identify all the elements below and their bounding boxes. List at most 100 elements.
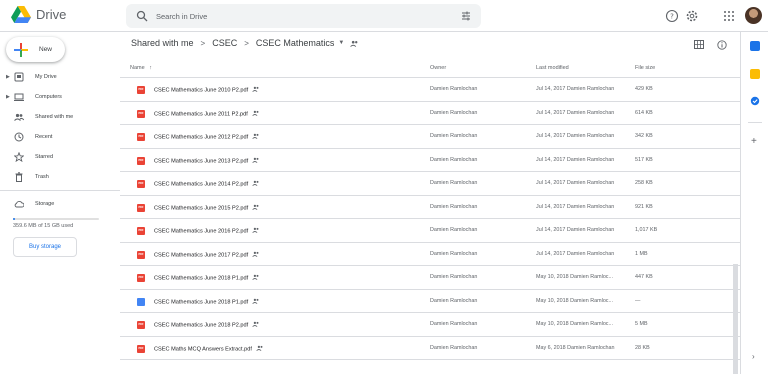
shared-icon <box>252 227 260 235</box>
cloud-icon <box>14 200 24 207</box>
sort-arrow-up-icon[interactable]: ↑ <box>149 65 152 71</box>
file-name: CSEC Mathematics June 2014 P2.pdf <box>154 180 260 188</box>
info-icon[interactable] <box>717 40 727 50</box>
sidebar-item-trash[interactable]: Trash <box>0 168 120 185</box>
scrollbar-thumb[interactable] <box>733 264 738 374</box>
sidebar: New ▶ My Drive ▶ Computers Shared with m… <box>0 32 120 374</box>
pdf-icon: PDF <box>137 203 145 212</box>
keep-icon[interactable] <box>750 69 760 79</box>
column-header-last-modified[interactable]: Last modified <box>536 65 569 71</box>
grid-view-icon[interactable] <box>694 40 704 49</box>
file-size: 342 KB <box>635 133 653 139</box>
new-button[interactable]: New <box>6 37 65 62</box>
file-owner: Damien Ramlochan <box>430 180 478 186</box>
file-size: 429 KB <box>635 86 653 92</box>
file-row[interactable]: PDF CSEC Mathematics June 2014 P2.pdf Dami… <box>120 172 740 196</box>
sidebar-item-label: Recent <box>35 133 53 140</box>
sidebar-item-my-drive[interactable]: ▶ My Drive <box>0 68 120 85</box>
shared-icon <box>252 133 260 141</box>
file-row[interactable]: PDF CSEC Mathematics June 2012 P2.pdf Dami… <box>120 125 740 149</box>
file-name: CSEC Mathematics June 2013 P2.pdf <box>154 157 260 165</box>
search-input[interactable]: Search in Drive <box>156 12 207 21</box>
plus-icon <box>14 42 28 57</box>
breadcrumb-item-csec[interactable]: CSEC <box>212 38 237 48</box>
file-last-modified: Jul 14, 2017 Damien Ramlochan <box>536 203 615 210</box>
sidebar-item-label: Starred <box>35 153 54 160</box>
file-owner: Damien Ramlochan <box>430 297 478 304</box>
expand-panel-chevron-icon[interactable]: › <box>752 352 755 361</box>
file-last-modified: May 10, 2018 Damien Ramloc... <box>536 321 614 327</box>
breadcrumb-item-csec-mathematics[interactable]: CSEC Mathematics <box>256 38 335 48</box>
file-last-modified: May 6, 2018 Damien Ramlochan <box>536 344 615 351</box>
sidebar-item-starred[interactable]: Starred <box>0 148 120 165</box>
apps-grid-icon[interactable] <box>722 9 736 23</box>
file-name: CSEC Mathematics June 2011 P2.pdf <box>154 110 260 118</box>
file-size: 921 KB <box>635 203 653 210</box>
file-name: CSEC Mathematics June 2017 P2.pdf <box>154 251 260 259</box>
sidebar-item-computers[interactable]: ▶ Computers <box>0 88 120 105</box>
file-last-modified: May 10, 2018 Damien Ramloc... <box>536 297 614 304</box>
expand-arrow-icon[interactable]: ▶ <box>6 74 10 80</box>
search-options-icon[interactable] <box>461 11 471 21</box>
shared-icon <box>252 157 260 165</box>
search-icon[interactable] <box>136 10 148 22</box>
shared-icon <box>252 180 260 188</box>
tasks-icon[interactable] <box>750 96 760 106</box>
side-panel-divider <box>748 122 762 123</box>
file-row[interactable]: CSEC Mathematics June 2018 P1.pdf Damien … <box>120 290 740 313</box>
account-avatar[interactable] <box>745 7 762 24</box>
expand-arrow-icon[interactable]: ▶ <box>6 94 10 100</box>
chevron-down-icon[interactable]: ▼ <box>338 40 344 46</box>
sidebar-item-label: Trash <box>35 173 49 180</box>
pdf-icon: PDF <box>137 180 145 188</box>
file-name-text: CSEC Mathematics June 2018 P2.pdf <box>154 322 249 329</box>
buy-storage-button[interactable]: Buy storage <box>13 237 77 257</box>
file-row[interactable]: PDF CSEC Maths MCQ Answers Extract.pdf Dam… <box>120 337 740 360</box>
settings-gear-icon[interactable] <box>685 9 699 23</box>
recent-icon <box>14 132 24 141</box>
column-header-owner[interactable]: Owner <box>430 65 446 71</box>
shared-icon <box>252 251 260 259</box>
drive-logo[interactable]: Drive <box>11 6 66 23</box>
column-header-file-size[interactable]: File size <box>635 65 655 71</box>
breadcrumb-item-shared-with-me[interactable]: Shared with me <box>131 38 194 48</box>
file-owner: Damien Ramlochan <box>430 250 478 257</box>
file-name: CSEC Mathematics June 2018 P1.pdf <box>154 298 260 306</box>
help-icon[interactable]: ? <box>665 9 679 23</box>
file-last-modified: Jul 14, 2017 Damien Ramlochan <box>536 180 615 186</box>
file-last-modified: Jul 14, 2017 Damien Ramlochan <box>536 109 615 116</box>
calendar-icon[interactable] <box>750 41 760 51</box>
file-row[interactable]: PDF CSEC Mathematics June 2015 P2.pdf Dami… <box>120 196 740 219</box>
pdf-icon: PDF <box>137 156 145 165</box>
file-size: 614 KB <box>635 109 653 116</box>
file-name-text: CSEC Mathematics June 2010 P2.pdf <box>154 87 249 94</box>
file-name: CSEC Mathematics June 2010 P2.pdf <box>154 86 260 94</box>
file-last-modified: Jul 14, 2017 Damien Ramlochan <box>536 227 615 233</box>
file-row[interactable]: PDF CSEC Mathematics June 2011 P2.pdf Dami… <box>120 102 740 125</box>
shared-folder-icon <box>350 40 358 47</box>
sidebar-item-storage[interactable]: Storage <box>0 195 120 212</box>
column-header-name[interactable]: Name ↑ <box>130 65 152 71</box>
sidebar-item-label: Computers <box>35 93 62 100</box>
file-last-modified: Jul 14, 2017 Damien Ramlochan <box>536 133 615 139</box>
file-row[interactable]: PDF CSEC Mathematics June 2018 P2.pdf Dami… <box>120 313 740 337</box>
sidebar-item-shared-with-me[interactable]: Shared with me <box>0 108 120 125</box>
file-row[interactable]: PDF CSEC Mathematics June 2013 P2.pdf Dami… <box>120 149 740 172</box>
add-addon-plus-icon[interactable]: + <box>751 136 757 147</box>
file-row[interactable]: PDF CSEC Mathematics June 2010 P2.pdf Dami… <box>120 78 740 102</box>
main-content: Shared with me > CSEC > CSEC Mathematics… <box>120 32 740 374</box>
pdf-icon: PDF <box>137 274 145 282</box>
sidebar-item-recent[interactable]: Recent <box>0 128 120 145</box>
file-row[interactable]: PDF CSEC Mathematics June 2018 P1.pdf Dami… <box>120 266 740 290</box>
search-box[interactable]: Search in Drive <box>126 4 481 28</box>
shared-icon <box>252 274 260 282</box>
file-name: CSEC Mathematics June 2018 P2.pdf <box>154 321 260 329</box>
storage-label: Storage <box>35 200 55 207</box>
file-size: — <box>635 297 641 304</box>
file-row[interactable]: PDF CSEC Mathematics June 2017 P2.pdf Dami… <box>120 243 740 266</box>
file-owner: Damien Ramlochan <box>430 203 478 210</box>
side-panel: + › <box>740 32 768 374</box>
file-row[interactable]: PDF CSEC Mathematics June 2016 P2.pdf Dami… <box>120 219 740 243</box>
file-owner: Damien Ramlochan <box>430 321 478 327</box>
pdf-icon: PDF <box>137 250 145 259</box>
